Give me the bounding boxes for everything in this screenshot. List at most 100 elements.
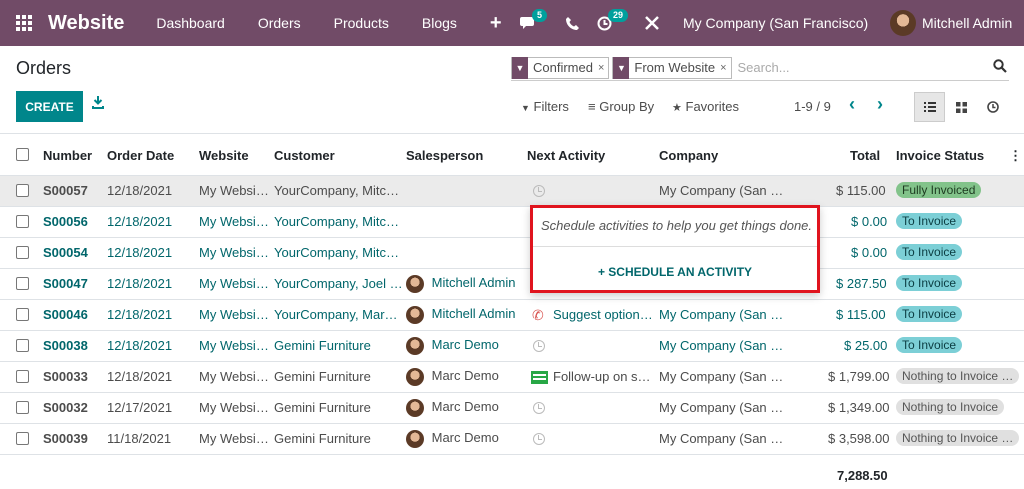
table-row[interactable]: S00046 12/18/2021 My Websi… YourCompany,… [0, 300, 1024, 331]
filter-icon: ▼ [521, 103, 530, 113]
salesperson-avatar [406, 337, 424, 355]
top-navbar: Website Dashboard Orders Products Blogs … [0, 0, 1024, 46]
order-number: S00057 [43, 183, 88, 198]
order-date: 12/18/2021 [107, 245, 173, 260]
order-total: $ 1,799.00 [828, 369, 890, 384]
facet-from-website[interactable]: ▼ From Website × [612, 56, 732, 79]
pager-next-icon[interactable]: › [877, 94, 883, 115]
row-checkbox[interactable] [16, 184, 29, 197]
messages-badge: 5 [532, 9, 548, 22]
activity-clock-icon[interactable] [533, 433, 545, 445]
activity-clock-icon[interactable] [533, 185, 545, 197]
menu-products[interactable]: Products [334, 15, 389, 31]
group-by-button[interactable]: ≡ Group By [588, 99, 654, 114]
table-row[interactable]: S00057 12/18/2021 My Websi… YourCompany,… [0, 176, 1024, 207]
order-customer: YourCompany, Mitc… [274, 183, 399, 198]
table-row[interactable]: S00047 12/18/2021 My Websi… YourCompany,… [0, 269, 1024, 300]
spreadsheet-activity-icon[interactable] [531, 371, 548, 384]
pager-previous-icon[interactable]: ‹ [849, 94, 855, 115]
new-content-button[interactable]: + [490, 12, 502, 35]
menu-dashboard[interactable]: Dashboard [156, 15, 225, 31]
status-badge: To Invoice [896, 275, 963, 291]
order-customer: YourCompany, Mitc… [274, 214, 399, 229]
optional-columns-icon[interactable]: ⋮ [1009, 148, 1022, 164]
debug-tools-icon[interactable] [645, 0, 659, 46]
popover-divider [533, 246, 817, 247]
column-number[interactable]: Number [43, 148, 92, 163]
order-activity[interactable]: Suggest option… [553, 307, 653, 322]
select-all-checkbox[interactable] [16, 148, 29, 161]
menu-blogs[interactable]: Blogs [422, 15, 457, 31]
search-input[interactable]: Search... [738, 60, 993, 75]
table-row[interactable]: S00039 11/18/2021 My Websi… Gemini Furni… [0, 424, 1024, 455]
filter-icon: ▼ [512, 56, 528, 79]
remove-facet-icon[interactable]: × [720, 62, 730, 74]
order-date: 12/18/2021 [107, 307, 173, 322]
column-total[interactable]: Total [850, 148, 880, 163]
popover-message: Schedule activities to help you get thin… [541, 218, 813, 233]
create-button[interactable]: CREATE [16, 91, 83, 122]
order-activity[interactable]: Follow-up on s… [553, 369, 651, 384]
row-checkbox[interactable] [16, 401, 29, 414]
order-total: $ 287.50 [836, 276, 887, 291]
apps-menu-icon[interactable] [0, 0, 48, 46]
user-name: Mitchell Admin [922, 15, 1013, 31]
search-bar[interactable]: ▼ Confirmed × ▼ From Website × Search... [511, 55, 1009, 81]
app-name[interactable]: Website [48, 12, 124, 35]
company-switcher[interactable]: My Company (San Francisco) [683, 0, 868, 46]
pager-value[interactable]: 1-9 / 9 [794, 99, 831, 114]
activity-clock-icon[interactable] [533, 402, 545, 414]
order-customer: Gemini Furniture [274, 400, 371, 415]
schedule-activity-button[interactable]: + SCHEDULE AN ACTIVITY [533, 265, 817, 279]
order-salesperson: Marc Demo [406, 399, 499, 417]
table-row[interactable]: S00033 12/18/2021 My Websi… Gemini Furni… [0, 362, 1024, 393]
row-checkbox[interactable] [16, 432, 29, 445]
table-row[interactable]: S00038 12/18/2021 My Websi… Gemini Furni… [0, 331, 1024, 362]
row-checkbox[interactable] [16, 215, 29, 228]
order-date: 11/18/2021 [107, 431, 172, 446]
status-badge: To Invoice [896, 213, 963, 229]
schedule-activity-popover: Schedule activities to help you get thin… [530, 205, 820, 293]
table-row[interactable]: S00054 12/18/2021 My Websi… YourCompany,… [0, 238, 1024, 269]
order-website: My Websi… [199, 369, 269, 384]
row-checkbox[interactable] [16, 339, 29, 352]
status-badge: To Invoice [896, 244, 963, 260]
order-salesperson: Mitchell Admin [406, 275, 515, 293]
user-menu[interactable]: Mitchell Admin [890, 0, 1012, 46]
menu-orders[interactable]: Orders [258, 15, 301, 31]
order-website: My Websi… [199, 400, 269, 415]
search-icon[interactable] [993, 59, 1007, 76]
row-checkbox[interactable] [16, 246, 29, 259]
table-row[interactable]: S00032 12/17/2021 My Websi… Gemini Furni… [0, 393, 1024, 424]
activity-view-icon[interactable] [977, 92, 1008, 122]
phone-activity-icon[interactable]: ✆ [532, 307, 544, 324]
favorites-button[interactable]: ★ Favorites [672, 99, 739, 114]
order-customer: YourCompany, Mar… [274, 307, 398, 322]
list-view-icon[interactable] [914, 92, 945, 122]
salesperson-avatar [406, 399, 424, 417]
messages-icon[interactable] [520, 0, 537, 46]
filters-button[interactable]: ▼ Filters [521, 99, 569, 114]
column-invoice-status[interactable]: Invoice Status [896, 148, 984, 163]
activities-clock-icon[interactable] [597, 0, 612, 46]
kanban-view-icon[interactable] [946, 92, 977, 122]
row-checkbox[interactable] [16, 277, 29, 290]
row-checkbox[interactable] [16, 308, 29, 321]
remove-facet-icon[interactable]: × [598, 62, 608, 74]
phone-icon[interactable] [566, 0, 579, 46]
column-next-activity[interactable]: Next Activity [527, 148, 605, 163]
facet-confirmed[interactable]: ▼ Confirmed × [511, 56, 610, 79]
column-customer[interactable]: Customer [274, 148, 335, 163]
order-website: My Websi… [199, 307, 269, 322]
star-icon: ★ [672, 102, 682, 114]
column-order-date[interactable]: Order Date [107, 148, 174, 163]
column-salesperson[interactable]: Salesperson [406, 148, 483, 163]
column-website[interactable]: Website [199, 148, 249, 163]
activity-clock-icon[interactable] [533, 340, 545, 352]
column-company[interactable]: Company [659, 148, 718, 163]
order-company: My Company (San … [659, 431, 784, 446]
download-icon[interactable] [92, 96, 104, 112]
order-website: My Websi… [199, 214, 269, 229]
table-row[interactable]: S00056 12/18/2021 My Websi… YourCompany,… [0, 207, 1024, 238]
row-checkbox[interactable] [16, 370, 29, 383]
